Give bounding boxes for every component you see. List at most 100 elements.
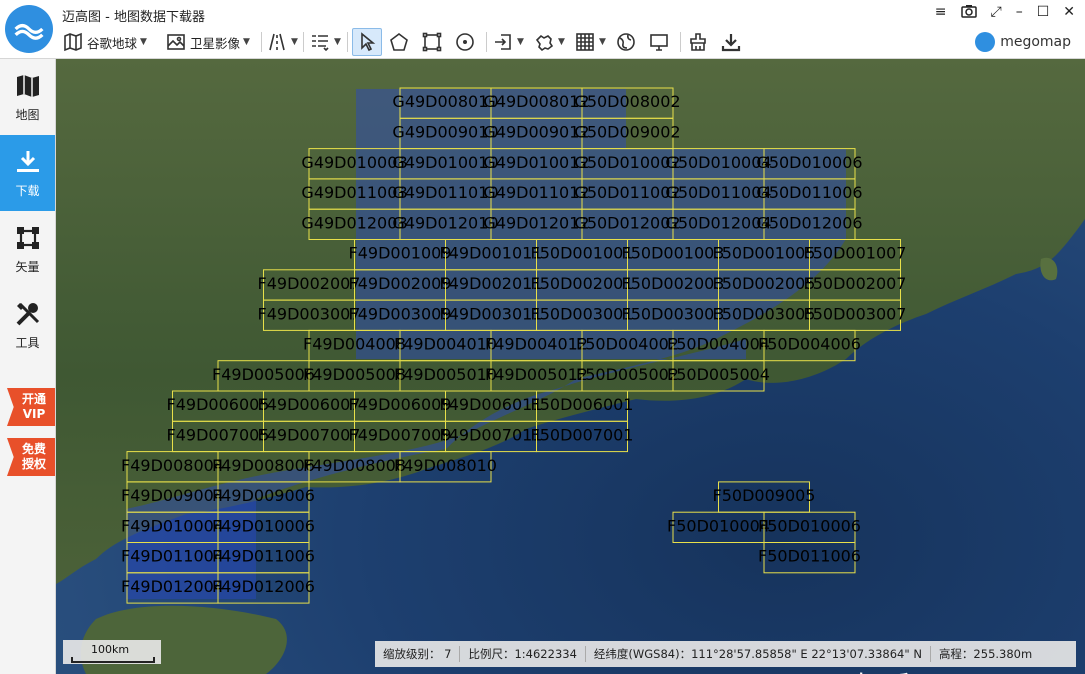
sidebar-item-download[interactable]: 下载 xyxy=(0,135,55,211)
tile-label: F50D009005 xyxy=(713,486,816,505)
screen-icon xyxy=(648,31,670,53)
tile-label: F49D003009 xyxy=(349,304,452,323)
layer-list-icon xyxy=(309,31,331,53)
road-tool-button[interactable]: ▼ xyxy=(266,28,298,56)
toolbar-divider xyxy=(680,32,681,52)
sidebar-item-tools[interactable]: 工具 xyxy=(0,287,55,363)
tile-label: F50D007001 xyxy=(531,425,634,444)
tile-label: F49D004008 xyxy=(303,335,406,354)
tools-icon xyxy=(16,302,39,325)
promo-line2: VIP xyxy=(22,407,46,421)
tile-label: G50D012006 xyxy=(756,213,862,232)
tile-label: F49D009006 xyxy=(212,486,315,505)
vip-promo-button[interactable]: 开通 VIP xyxy=(7,388,55,426)
tile-label: F49D003007 xyxy=(258,304,361,323)
close-button[interactable]: ✕ xyxy=(1063,4,1075,22)
chevron-down-icon: ▼ xyxy=(334,37,341,47)
tile-label: F49D007009 xyxy=(349,425,452,444)
status-bar: 缩放级别： 7 比例尺：1:4622334 经纬度(WGS84)：111°28'… xyxy=(375,641,1076,667)
window-controls: ≡ ⤢ – ☐ ✕ xyxy=(935,4,1075,22)
image-icon xyxy=(165,31,187,53)
sidebar-item-label: 矢量 xyxy=(15,259,40,274)
scale-line xyxy=(71,657,155,663)
region-select-button[interactable]: ▼ xyxy=(533,28,565,56)
scale-ratio: 比例尺：1:4622334 xyxy=(460,646,586,662)
select-pointer-icon xyxy=(352,28,382,56)
map-source-dropdown[interactable]: 谷歌地球 ▼ xyxy=(62,28,147,56)
rectangle-draw-button[interactable] xyxy=(421,28,443,56)
toolbar-divider xyxy=(347,32,348,52)
tile-label: F49D004012 xyxy=(485,335,588,354)
toolbar-divider xyxy=(303,32,304,52)
map-book-icon xyxy=(62,31,84,53)
select-pointer-button[interactable] xyxy=(352,28,382,56)
screenshot-icon[interactable] xyxy=(960,4,977,22)
tile-label: F49D010006 xyxy=(212,516,315,535)
globe-icon xyxy=(615,31,637,53)
tile-label: F49D005010 xyxy=(394,365,497,384)
tile-label: F49D010004 xyxy=(121,516,224,535)
map-view[interactable]: G49D008010 G49D008012 G50D008002 G49D009010… xyxy=(56,59,1085,674)
download-icon xyxy=(16,150,39,172)
tile-label: F49D005008 xyxy=(303,365,406,384)
tile-label: F49D003011 xyxy=(440,304,543,323)
tile-label: F49D008006 xyxy=(212,456,315,475)
menu-icon[interactable]: ≡ xyxy=(935,4,947,22)
tile-label: F50D002007 xyxy=(804,274,907,293)
tile-label: F50D003005 xyxy=(713,304,816,323)
tile-label: F49D011004 xyxy=(121,547,224,566)
circle-draw-button[interactable] xyxy=(454,28,476,56)
scale-label: 100km xyxy=(91,643,130,656)
brand-name: megomap xyxy=(1000,34,1071,50)
sidebar-item-map[interactable]: 地图 xyxy=(0,59,55,135)
sidebar-item-vector[interactable]: 矢量 xyxy=(0,211,55,287)
import-button[interactable]: ▼ xyxy=(492,28,524,56)
minimize-button[interactable]: – xyxy=(1016,4,1023,22)
tile-label: F49D001011 xyxy=(440,244,543,263)
screen-button[interactable] xyxy=(648,28,670,56)
tile-label: F50D006001 xyxy=(531,395,634,414)
tile-label: F49D004010 xyxy=(394,335,497,354)
fullscreen-icon[interactable]: ⤢ xyxy=(991,4,1002,22)
tile-label: F49D002011 xyxy=(440,274,543,293)
tile-label: F50D004002 xyxy=(576,335,679,354)
download-button[interactable] xyxy=(720,28,742,56)
map-icon xyxy=(16,74,39,97)
layer-list-button[interactable]: ▼ xyxy=(309,28,341,56)
tile-label: F50D003007 xyxy=(804,304,907,323)
clear-button[interactable] xyxy=(687,28,709,56)
tile-label: G50D011006 xyxy=(756,183,862,202)
grid-button[interactable]: ▼ xyxy=(574,28,606,56)
free-license-promo-button[interactable]: 免费 授权 xyxy=(7,438,55,476)
tile-label: F49D006005 xyxy=(167,395,270,414)
tile-label: F50D011006 xyxy=(758,547,861,566)
tile-label: F49D005012 xyxy=(485,365,588,384)
tile-label: F50D003003 xyxy=(622,304,725,323)
tile-label: F49D005006 xyxy=(212,365,315,384)
chevron-down-icon: ▼ xyxy=(243,37,250,47)
tile-label: G50D010006 xyxy=(756,153,862,172)
chevron-down-icon: ▼ xyxy=(599,37,606,47)
sidebar-item-label: 地图 xyxy=(15,107,40,122)
polygon-draw-button[interactable] xyxy=(388,28,410,56)
sidebar: 地图 下载 矢量 工具 开通 VIP 免费 授权 xyxy=(0,59,56,674)
tile-label: F49D008008 xyxy=(303,456,406,475)
grid-icon xyxy=(574,31,596,53)
imagery-dropdown[interactable]: 卫星影像 ▼ xyxy=(165,28,250,56)
tile-label: F49D007011 xyxy=(440,425,543,444)
promo-line1: 开通 xyxy=(21,392,46,406)
globe-button[interactable] xyxy=(615,28,637,56)
tile-label: F50D001001 xyxy=(531,244,634,263)
tile-label: F49D007007 xyxy=(258,425,361,444)
imagery-label: 卫星影像 xyxy=(190,35,241,51)
tile-label: G50D008002 xyxy=(574,92,680,111)
tile-label: F50D010004 xyxy=(667,516,770,535)
tile-label: F50D005004 xyxy=(667,365,770,384)
maximize-button[interactable]: ☐ xyxy=(1037,4,1050,22)
satellite-imagery: G49D008010G49D008012G50D008002G49D009010… xyxy=(56,59,1085,674)
title-bar: 迈高图 - 地图数据下载器 ≡ ⤢ – ☐ ✕ 谷歌地球 ▼ 卫星影像 ▼ ▼ … xyxy=(0,0,1085,59)
app-title: 迈高图 - 地图数据下载器 xyxy=(62,10,205,25)
tile-label: F50D002003 xyxy=(622,274,725,293)
tile-label: F49D009004 xyxy=(121,486,224,505)
tile-label: F50D004006 xyxy=(758,335,861,354)
